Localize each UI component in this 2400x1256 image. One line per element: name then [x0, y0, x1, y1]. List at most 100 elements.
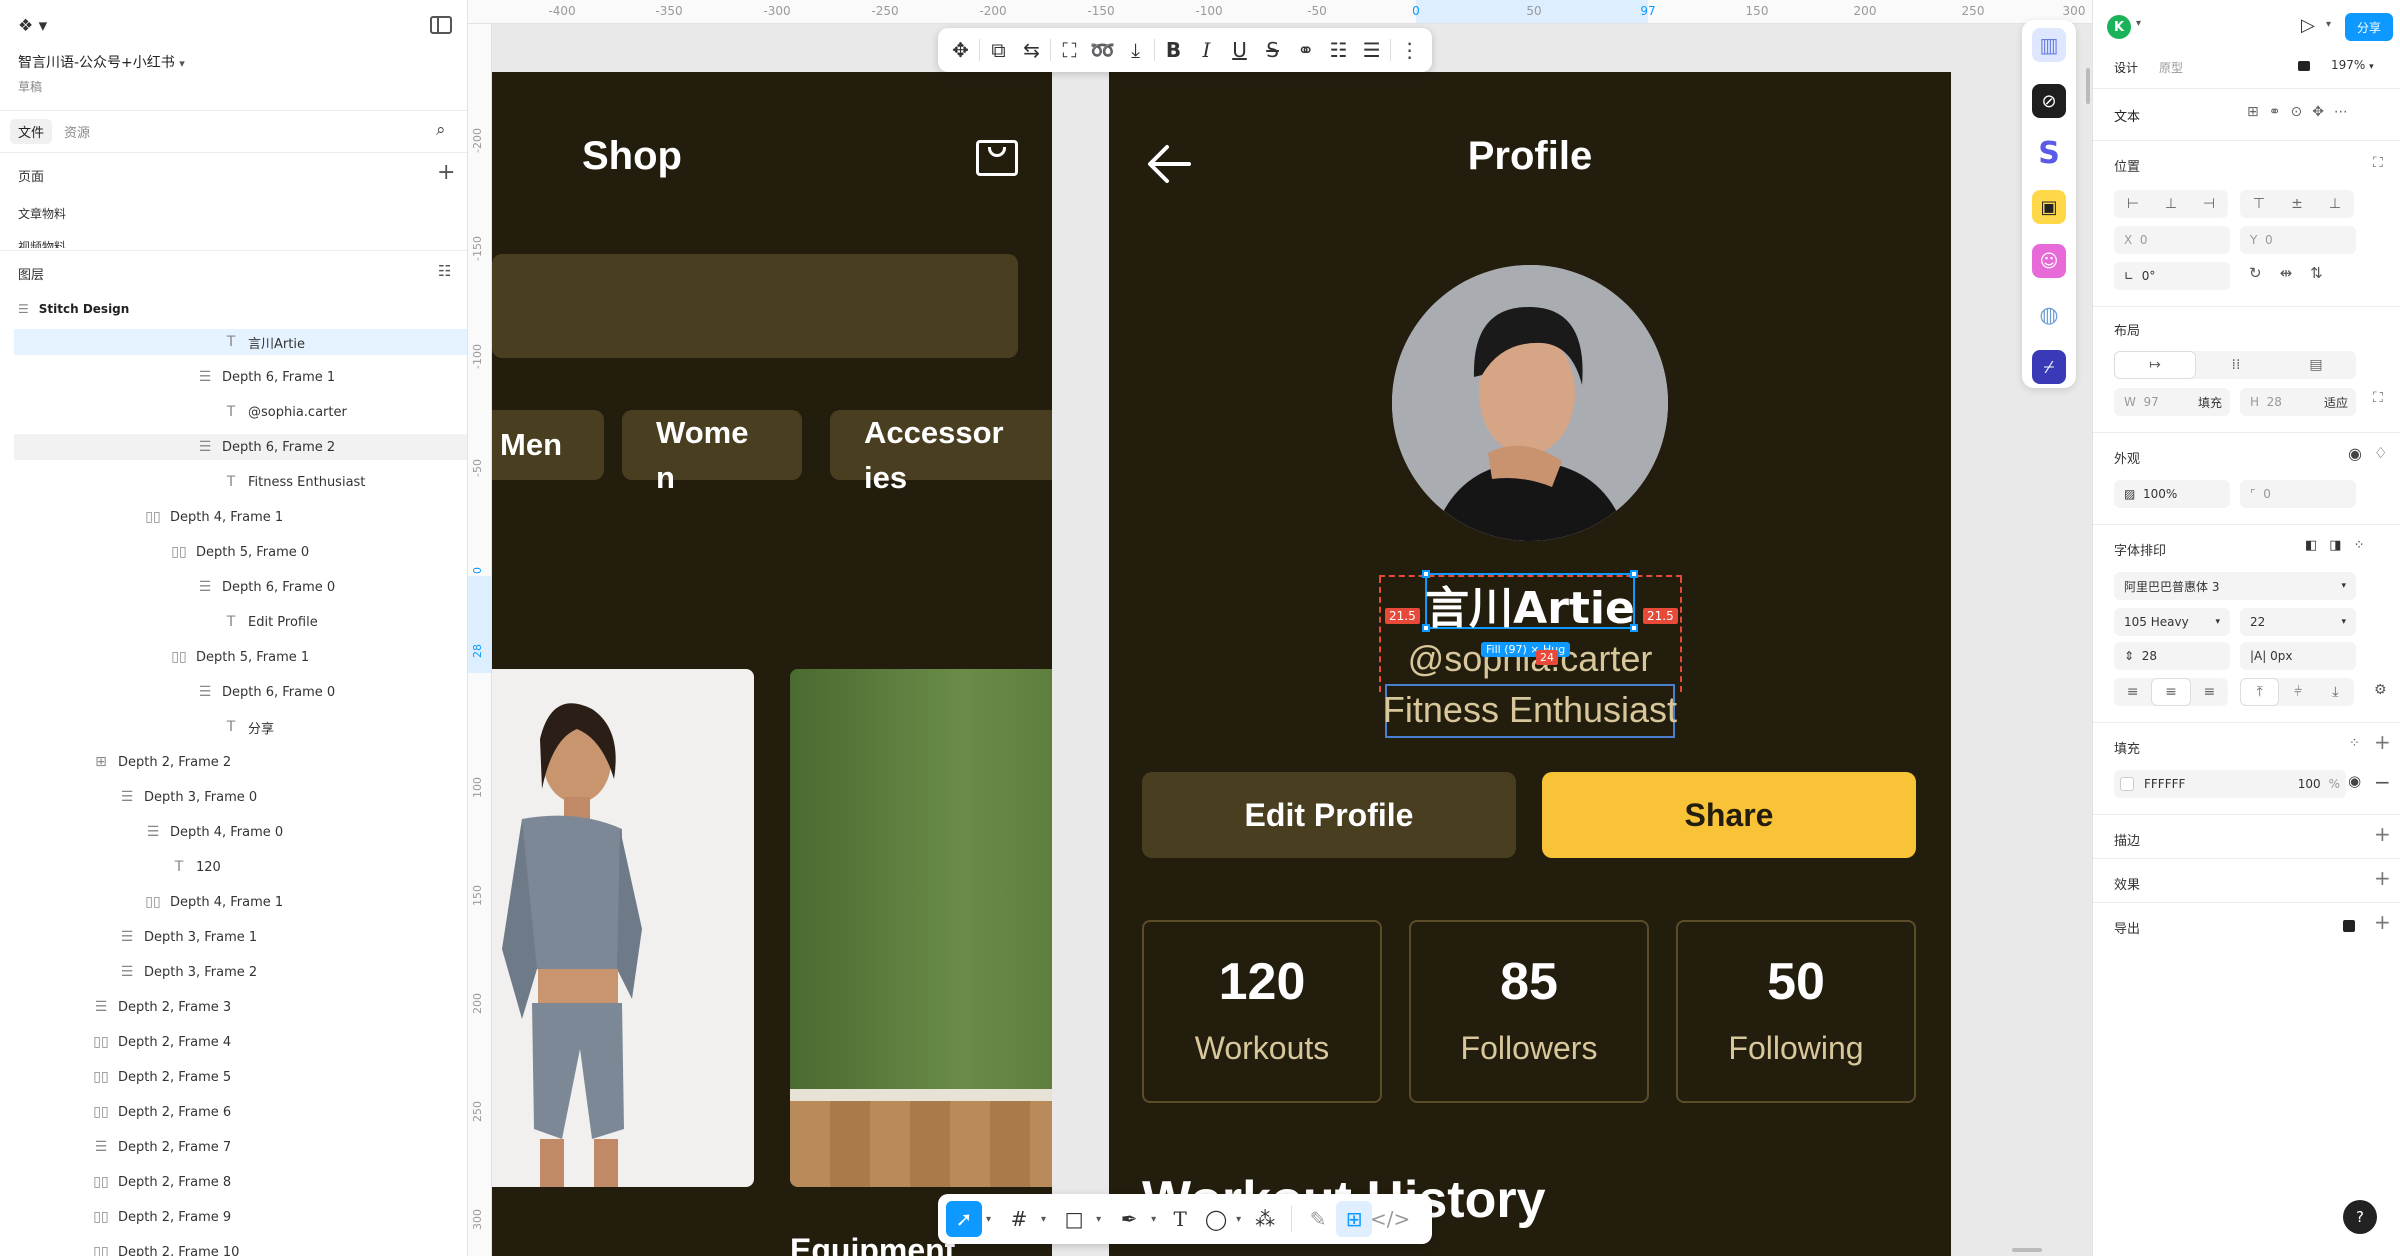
- layer-row[interactable]: T 分享: [220, 710, 274, 744]
- valign-bottom-icon[interactable]: ⤓: [2317, 678, 2354, 706]
- chevron-down-icon[interactable]: ▾: [1041, 1214, 1046, 1225]
- layer-row[interactable]: ☰ Depth 6, Frame 0: [194, 570, 335, 604]
- resize-icon[interactable]: ⛶: [2373, 390, 2383, 406]
- plugin-image-icon[interactable]: ▣: [2032, 190, 2066, 224]
- align-right-icon[interactable]: ⊣: [2190, 190, 2228, 218]
- product-image-leggings[interactable]: [492, 669, 754, 1187]
- layer-row[interactable]: T 120: [168, 850, 221, 884]
- add-export-icon[interactable]: +: [2374, 910, 2391, 934]
- component-icon[interactable]: ✥: [944, 32, 977, 68]
- layout-wrap-icon[interactable]: ⁞⁞: [2196, 351, 2276, 379]
- text-path-icon[interactable]: ➿: [1086, 32, 1119, 68]
- stat-card-workouts[interactable]: 120 Workouts: [1142, 920, 1382, 1103]
- vertical-align-group[interactable]: ⤒ ⫩ ⤓: [2240, 678, 2354, 706]
- shopping-bag-icon[interactable]: [976, 140, 1018, 176]
- shop-frame[interactable]: Shop Men Wome n Accessor ies Equipment: [492, 72, 1052, 1256]
- horizontal-scrollbar[interactable]: [2012, 1248, 2042, 1252]
- fill-swatch[interactable]: [2120, 777, 2134, 791]
- play-prototype-icon[interactable]: ▷: [2301, 15, 2315, 36]
- align-bottom-icon[interactable]: ⊥: [2316, 190, 2354, 218]
- chevron-down-icon[interactable]: ▾: [1096, 1214, 1101, 1225]
- y-field[interactable]: Y 0: [2240, 226, 2356, 254]
- boolean-icon[interactable]: ⧉: [982, 32, 1015, 68]
- fill-styles-icon[interactable]: ⁘: [2349, 736, 2360, 751]
- layer-row[interactable]: ☰ Depth 3, Frame 0: [116, 780, 257, 814]
- layer-row[interactable]: ☰ Depth 3, Frame 2: [116, 955, 257, 989]
- layer-row[interactable]: ☰ Depth 2, Frame 7: [90, 1130, 231, 1164]
- layer-row[interactable]: ▯▯ Depth 2, Frame 6: [90, 1095, 231, 1129]
- layer-row[interactable]: ▯▯ Depth 2, Frame 4: [90, 1025, 231, 1059]
- layer-row[interactable]: ▯▯ Depth 2, Frame 8: [90, 1165, 231, 1199]
- align-middle-icon[interactable]: ±: [2278, 190, 2316, 218]
- design-canvas[interactable]: -400 -350 -300 -250 -200 -150 -100 -50 0 50 97 150 2…: [468, 0, 2092, 1256]
- text-align-center-icon[interactable]: ≡: [2151, 678, 2191, 706]
- share-button[interactable]: Share: [1542, 772, 1916, 858]
- profile-frame[interactable]: Profile 言川Artie @sophia.carter Fitness E…: [1109, 72, 1951, 1256]
- layer-row[interactable]: T Fitness Enthusiast: [220, 465, 366, 499]
- plugin-compass-icon[interactable]: ⊘: [2032, 84, 2066, 118]
- page-item[interactable]: 视频物料: [18, 238, 66, 248]
- valign-top-icon[interactable]: ⤒: [2240, 678, 2280, 706]
- dev-mode-icon[interactable]: </>: [1370, 1201, 1410, 1237]
- chevron-down-icon[interactable]: ▾: [986, 1214, 991, 1225]
- height-field[interactable]: H 28 适应: [2240, 388, 2356, 416]
- radius-field[interactable]: ⌜ 0: [2240, 480, 2356, 508]
- design-mode-icon[interactable]: ⊞: [1336, 1201, 1373, 1237]
- add-fill-icon[interactable]: +: [2374, 730, 2391, 754]
- layer-row[interactable]: ▯▯ Depth 5, Frame 0: [168, 535, 309, 569]
- move-tool-icon[interactable]: ➚: [946, 1201, 982, 1237]
- bullet-list-icon[interactable]: ☰: [1355, 32, 1388, 68]
- font-family-select[interactable]: 阿里巴巴普惠体 3 ▾: [2114, 572, 2356, 600]
- tab-assets[interactable]: 资源: [64, 122, 90, 141]
- valign-middle-icon[interactable]: ⫩: [2279, 678, 2316, 706]
- text-align-left-icon[interactable]: ≡: [2114, 678, 2151, 706]
- letter-spacing-field[interactable]: |A| 0px: [2240, 642, 2356, 670]
- more-options-icon[interactable]: ⋮: [1393, 32, 1426, 68]
- add-stroke-icon[interactable]: +: [2374, 822, 2391, 846]
- strikethrough-icon[interactable]: S: [1256, 32, 1289, 68]
- add-page-icon[interactable]: +: [437, 160, 455, 185]
- chevron-down-icon[interactable]: ▾: [1236, 1214, 1241, 1225]
- profile-bio[interactable]: Fitness Enthusiast: [1109, 689, 1951, 731]
- flip-rotate-icons[interactable]: ↻⇹⇅: [2249, 264, 2341, 282]
- export-preview-icon[interactable]: [2343, 920, 2355, 932]
- layer-row[interactable]: ▯▯ Depth 2, Frame 9: [90, 1200, 231, 1234]
- font-size-select[interactable]: 22 ▾: [2240, 608, 2356, 636]
- text-align-group[interactable]: ≡ ≡ ≡: [2114, 678, 2228, 706]
- layer-row[interactable]: T 言川Artie: [220, 325, 305, 359]
- layer-row[interactable]: ⊞ Depth 2, Frame 2: [90, 745, 231, 779]
- vertical-scrollbar[interactable]: [2086, 68, 2090, 104]
- align-horizontal[interactable]: ⊢ ⊥ ⊣: [2114, 190, 2228, 218]
- eye-icon[interactable]: ◉: [2348, 444, 2362, 463]
- theme-icon[interactable]: [2298, 61, 2310, 71]
- text-settings-icon[interactable]: ⚙: [2374, 682, 2387, 698]
- typography-style-icons[interactable]: ◧◨⁘: [2305, 538, 2376, 553]
- layer-row[interactable]: ▯▯ Depth 4, Frame 1: [142, 885, 283, 919]
- file-name[interactable]: 智言川语-公众号+小红书 ▾: [18, 52, 185, 72]
- line-height-field[interactable]: ⇕ 28: [2114, 642, 2230, 670]
- chevron-down-icon[interactable]: ▾: [1151, 1214, 1156, 1225]
- stat-card-following[interactable]: 50 Following: [1676, 920, 1916, 1103]
- help-button[interactable]: ?: [2343, 1200, 2377, 1234]
- numbered-list-icon[interactable]: ☷: [1322, 32, 1355, 68]
- italic-icon[interactable]: I: [1190, 32, 1223, 68]
- align-vertical[interactable]: ⊤ ± ⊥: [2240, 190, 2354, 218]
- layer-row[interactable]: ▯▯ Depth 2, Frame 5: [90, 1060, 231, 1094]
- align-top-icon[interactable]: ⊤: [2240, 190, 2278, 218]
- x-field[interactable]: X 0: [2114, 226, 2230, 254]
- position-frame-icon[interactable]: ⛶: [2373, 155, 2383, 171]
- layout-direction[interactable]: ↦ ⁞⁞ ▤: [2114, 351, 2356, 379]
- layer-row[interactable]: ☰ Depth 4, Frame 0: [142, 815, 283, 849]
- add-effect-icon[interactable]: +: [2374, 866, 2391, 890]
- align-bottom-icon[interactable]: ⤓: [1119, 32, 1152, 68]
- rectangle-tool-icon[interactable]: □: [1056, 1201, 1092, 1237]
- actions-tool-icon[interactable]: ⁂: [1247, 1201, 1283, 1237]
- plugin-smile-icon[interactable]: ☺: [2032, 244, 2066, 278]
- chevron-down-icon[interactable]: ▾: [2136, 18, 2141, 29]
- profile-avatar[interactable]: [1392, 265, 1668, 541]
- text-align-right-icon[interactable]: ≡: [2191, 678, 2228, 706]
- frame-tool-icon[interactable]: #: [1001, 1201, 1037, 1237]
- plugin-drop-icon[interactable]: ◍: [2032, 298, 2066, 332]
- tab-design[interactable]: 设计: [2114, 59, 2138, 76]
- category-tab-women[interactable]: Wome n: [622, 410, 802, 495]
